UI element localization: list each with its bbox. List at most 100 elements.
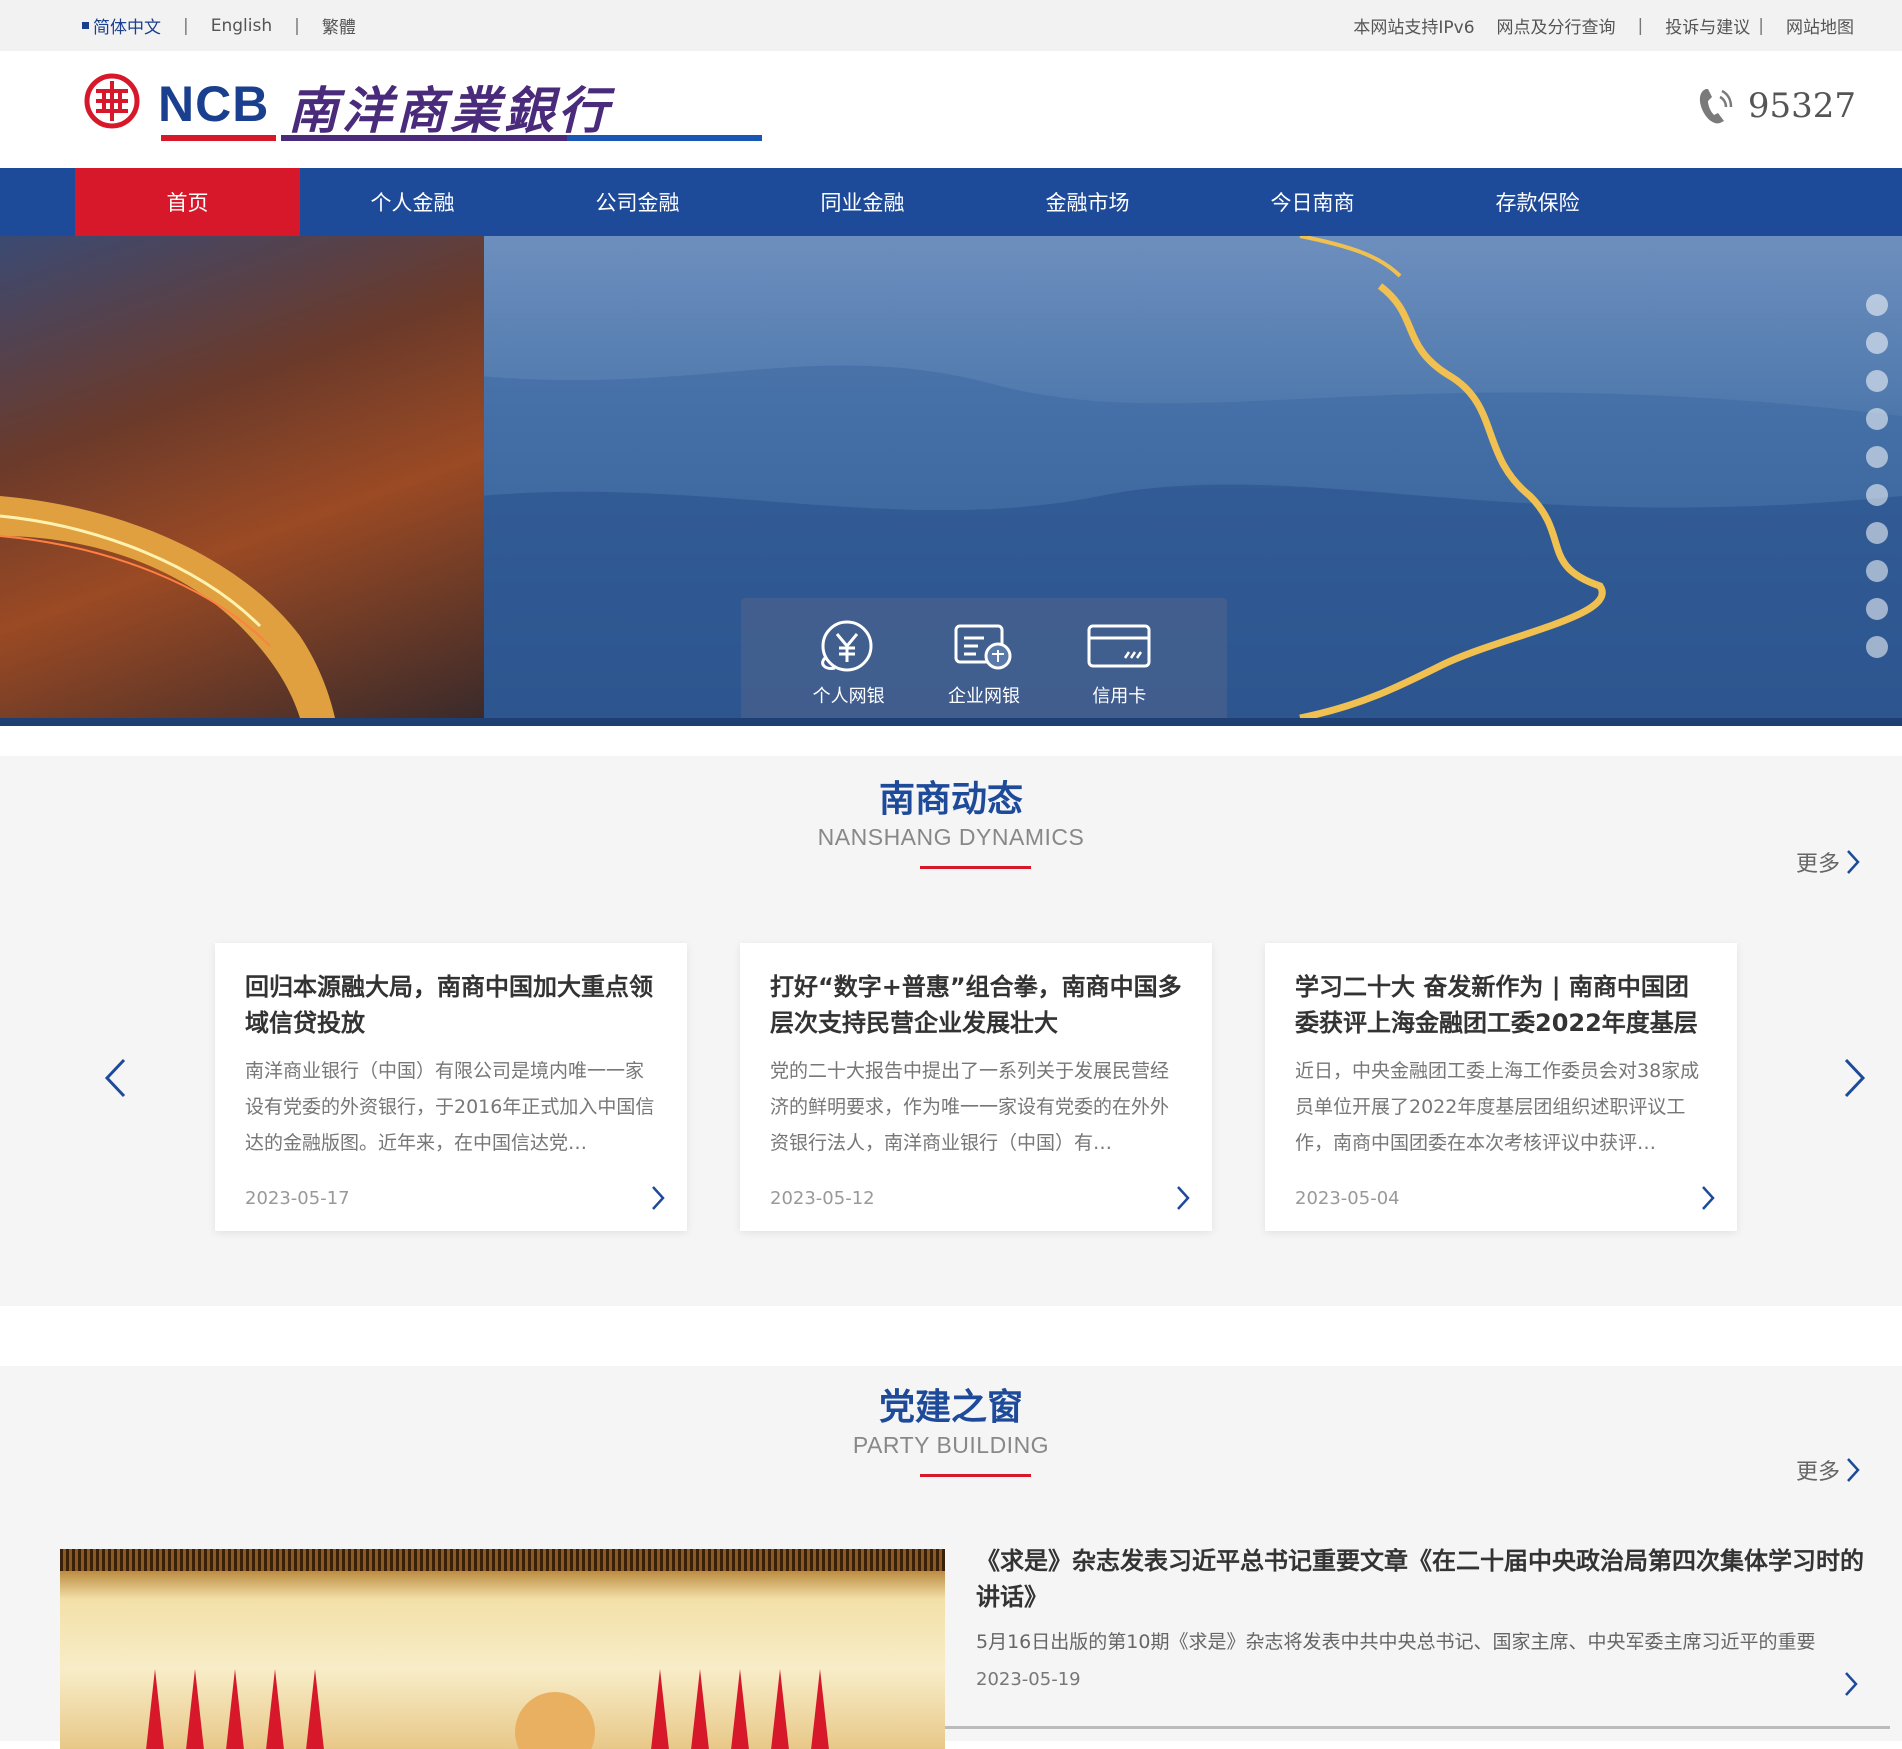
flag-decoration [650, 1669, 670, 1749]
news-card-date: 2023-05-04 [1295, 1188, 1400, 1209]
branch-query-link[interactable]: 网点及分行查询 [1497, 13, 1616, 38]
news-card-desc: 南洋商业银行（中国）有限公司是境内唯一一家设有党委的外资银行，于2016年正式加… [245, 1060, 655, 1154]
main-nav: 首页 个人金融 公司金融 同业金融 金融市场 今日南商 存款保险 [0, 168, 1902, 236]
quick-label: 企业网银 [947, 686, 1020, 707]
carousel-dot[interactable] [1866, 598, 1888, 620]
party-news-desc: 5月16日出版的第10期《求是》杂志将发表中共中央总书记、国家主席、中央军委主席… [976, 1631, 1816, 1653]
party-news-image[interactable] [60, 1549, 945, 1749]
separator: | [294, 15, 300, 36]
nav-financial-markets[interactable]: 金融市场 [975, 168, 1200, 236]
carousel-dot[interactable] [1866, 560, 1888, 582]
flag-decoration [305, 1669, 325, 1749]
banner-side-image [0, 236, 484, 718]
ncb-logo-icon[interactable] [84, 73, 140, 129]
chevron-right-icon[interactable] [651, 1185, 665, 1211]
party-news-item[interactable]: 《求是》杂志发表习近平总书记重要文章《在二十届中央政治局第四次集体学习时的讲话》… [976, 1543, 1886, 1696]
nav-personal-finance[interactable]: 个人金融 [300, 168, 525, 236]
separator: | [1758, 15, 1764, 36]
news-card-title[interactable]: 学习二十大 奋发新作为 | 南商中国团委获评上海金融团工委2022年度基层团… [1295, 969, 1707, 1041]
more-link[interactable]: 更多 [1796, 846, 1860, 878]
curtain-decoration [60, 1549, 945, 1571]
logo-underline-red [161, 135, 276, 141]
party-emblem-icon [515, 1692, 595, 1749]
banner-bottom-strip [0, 718, 1902, 726]
carousel-dot[interactable] [1866, 370, 1888, 392]
carousel-dot[interactable] [1866, 294, 1888, 316]
quick-label: 个人网银 [812, 686, 885, 707]
news-card[interactable]: 学习二十大 奋发新作为 | 南商中国团委获评上海金融团工委2022年度基层团… … [1265, 943, 1737, 1231]
section-subtitle: NANSHANG DYNAMICS [817, 824, 1085, 850]
banner-road-image [0, 496, 335, 718]
quick-personal-ebank[interactable]: 个人网银 [794, 598, 904, 718]
quick-label: 信用卡 [1092, 686, 1147, 707]
ipv6-support-link[interactable]: 本网站支持IPv6 [1353, 13, 1474, 38]
section-subtitle: PARTY BUILDING [852, 1432, 1050, 1458]
corporate-card-icon [954, 624, 1012, 670]
news-card-desc: 党的二十大报告中提出了一系列关于发展民营经济的鲜明要求，作为唯一一家设有党委的在… [770, 1060, 1170, 1154]
hotline: 95327 [1696, 85, 1856, 127]
section-title-underline [920, 866, 1031, 869]
nav-interbank-finance[interactable]: 同业金融 [750, 168, 975, 236]
flag-decoration [265, 1669, 285, 1749]
chevron-right-icon [1847, 1458, 1860, 1482]
chevron-right-icon[interactable] [1844, 1671, 1858, 1697]
nav-corporate-finance[interactable]: 公司金融 [525, 168, 750, 236]
news-card-title[interactable]: 打好“数字+普惠”组合拳，南商中国多层次支持民营企业发展壮大 [770, 969, 1182, 1041]
section-title-underline [920, 1474, 1031, 1477]
carousel-prev-icon[interactable] [104, 1058, 126, 1098]
separator: | [183, 15, 189, 36]
flag-decoration [145, 1669, 165, 1749]
logo-text-cn: 南洋商業銀行 [288, 81, 612, 140]
carousel-dot[interactable] [1866, 332, 1888, 354]
flag-decoration [185, 1669, 205, 1749]
nav-ncb-today[interactable]: 今日南商 [1200, 168, 1425, 236]
credit-card-icon [1087, 624, 1151, 668]
nav-home[interactable]: 首页 [75, 168, 300, 236]
quick-corporate-ebank[interactable]: 企业网银 [929, 598, 1039, 718]
quick-credit-card[interactable]: 信用卡 [1064, 598, 1174, 718]
news-card[interactable]: 回归本源融大局，南商中国加大重点领域信贷投放 南洋商业银行（中国）有限公司是境内… [215, 943, 687, 1231]
carousel-next-icon[interactable] [1844, 1058, 1866, 1098]
site-header: NCB 南洋商業銀行 95327 [0, 51, 1902, 168]
carousel-dot[interactable] [1866, 446, 1888, 468]
complaints-link[interactable]: 投诉与建议 [1665, 13, 1750, 38]
separator: | [1637, 15, 1644, 36]
language-switcher: 简体中文 | English | 繁體 [82, 0, 356, 51]
party-news-divider [945, 1726, 1890, 1729]
more-link[interactable]: 更多 [1796, 1454, 1860, 1486]
news-card[interactable]: 打好“数字+普惠”组合拳，南商中国多层次支持民营企业发展壮大 党的二十大报告中提… [740, 943, 1212, 1231]
carousel-dot[interactable] [1866, 408, 1888, 430]
section-title: 党建之窗 [878, 1387, 1023, 1428]
chevron-right-icon[interactable] [1701, 1185, 1715, 1211]
more-label: 更多 [1795, 852, 1840, 877]
chevron-right-icon [1847, 850, 1860, 874]
yen-coin-icon [820, 620, 873, 672]
top-utility-bar: 简体中文 | English | 繁體 本网站支持IPv6 网点及分行查询 | … [0, 0, 1902, 51]
lang-simplified-chinese[interactable]: 简体中文 [93, 13, 161, 38]
news-card-title[interactable]: 回归本源融大局，南商中国加大重点领域信贷投放 [245, 969, 657, 1041]
flag-decoration [225, 1669, 245, 1749]
chevron-right-icon[interactable] [1176, 1185, 1190, 1211]
dynamics-section: 南商动态 NANSHANG DYNAMICS 更多 回归本源融大局，南商中国加大… [0, 756, 1902, 1306]
nav-deposit-insurance[interactable]: 存款保险 [1425, 168, 1650, 236]
carousel-dot[interactable] [1866, 636, 1888, 658]
hero-banner[interactable]: 个人网银 企业网银 信用卡 [0, 236, 1902, 726]
logo-underline-purple [281, 135, 567, 141]
lang-english[interactable]: English [211, 16, 272, 36]
flag-decoration [690, 1669, 710, 1749]
phone-icon [1699, 89, 1733, 124]
flag-decoration [810, 1669, 830, 1749]
carousel-dot[interactable] [1866, 522, 1888, 544]
top-links: 本网站支持IPv6 网点及分行查询 | 投诉与建议 | 网站地图 [1331, 0, 1854, 51]
more-label: 更多 [1795, 1460, 1840, 1485]
news-card-desc: 近日，中央金融团工委上海工作委员会对38家成员单位开展了2022年度基层团组织述… [1295, 1060, 1700, 1154]
section-title: 南商动态 [878, 779, 1023, 820]
lang-traditional-chinese[interactable]: 繁體 [322, 13, 356, 38]
carousel-dot[interactable] [1866, 484, 1888, 506]
flag-decoration [770, 1669, 790, 1749]
active-language-marker [82, 22, 89, 29]
logo-underline-blue [567, 135, 762, 141]
sitemap-link[interactable]: 网站地图 [1786, 13, 1854, 38]
party-building-section: 党建之窗 PARTY BUILDING 更多 《求是》杂志发表习近平总书记重要文… [0, 1366, 1902, 1749]
party-news-title[interactable]: 《求是》杂志发表习近平总书记重要文章《在二十届中央政治局第四次集体学习时的讲话》 [976, 1543, 1886, 1615]
